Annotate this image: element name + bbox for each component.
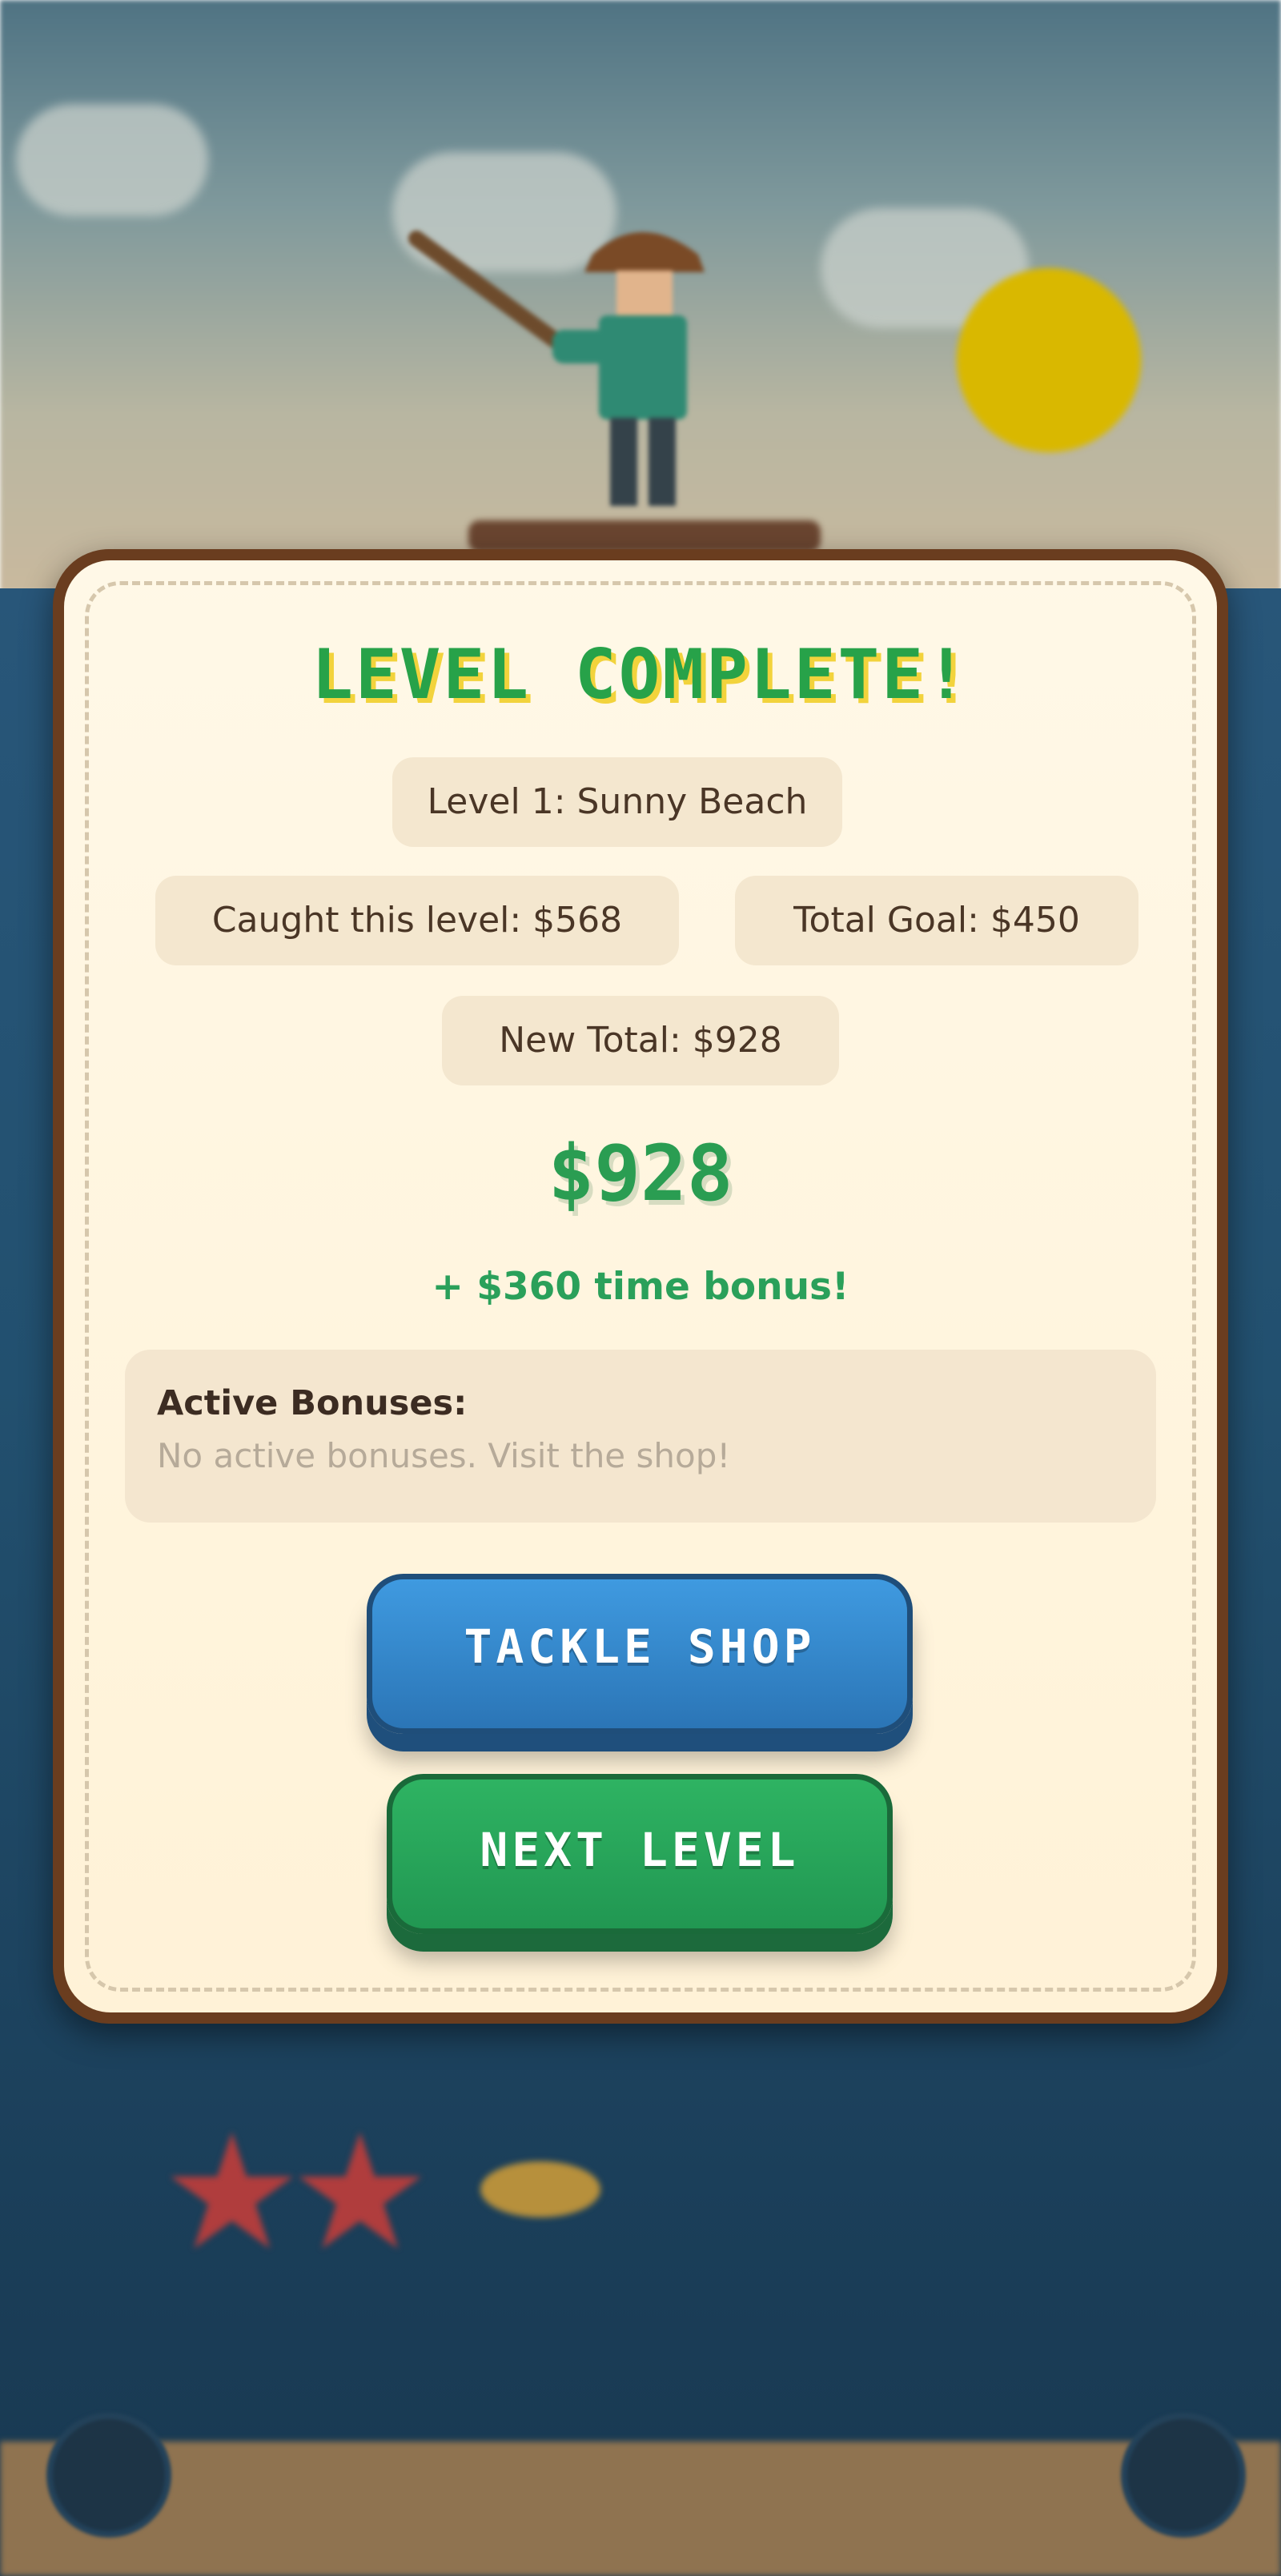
caught-amount-badge: Caught this level: $568 xyxy=(155,876,679,965)
fish-icon xyxy=(480,2161,600,2217)
music-icon[interactable] xyxy=(46,2413,171,2538)
level-complete-dialog: LEVEL COMPLETE! Level 1: Sunny Beach Cau… xyxy=(53,549,1228,2024)
new-total-badge: New Total: $928 xyxy=(442,996,839,1085)
active-bonuses-empty-text: No active bonuses. Visit the shop! xyxy=(157,1436,731,1475)
total-money-display: $928 xyxy=(548,1129,733,1218)
tackle-shop-button[interactable]: TACKLE SHOP xyxy=(367,1574,913,1734)
sand xyxy=(0,2442,1281,2576)
active-bonuses-panel: Active Bonuses: No active bonuses. Visit… xyxy=(125,1350,1156,1523)
active-bonuses-title: Active Bonuses: xyxy=(157,1383,468,1423)
total-goal-badge: Total Goal: $450 xyxy=(735,876,1138,965)
level-name-badge: Level 1: Sunny Beach xyxy=(392,757,842,847)
pier xyxy=(468,520,821,552)
dialog-title: LEVEL COMPLETE! xyxy=(311,635,970,715)
star-icon: ★ xyxy=(288,2100,432,2286)
next-level-button[interactable]: NEXT LEVEL xyxy=(387,1774,893,1934)
dialog-panel: LEVEL COMPLETE! Level 1: Sunny Beach Cau… xyxy=(64,560,1217,2012)
time-bonus-text: + $360 time bonus! xyxy=(432,1265,849,1309)
settings-icon[interactable] xyxy=(1121,2413,1246,2538)
fisherman xyxy=(408,231,705,506)
star-icon: ★ xyxy=(160,2100,304,2286)
